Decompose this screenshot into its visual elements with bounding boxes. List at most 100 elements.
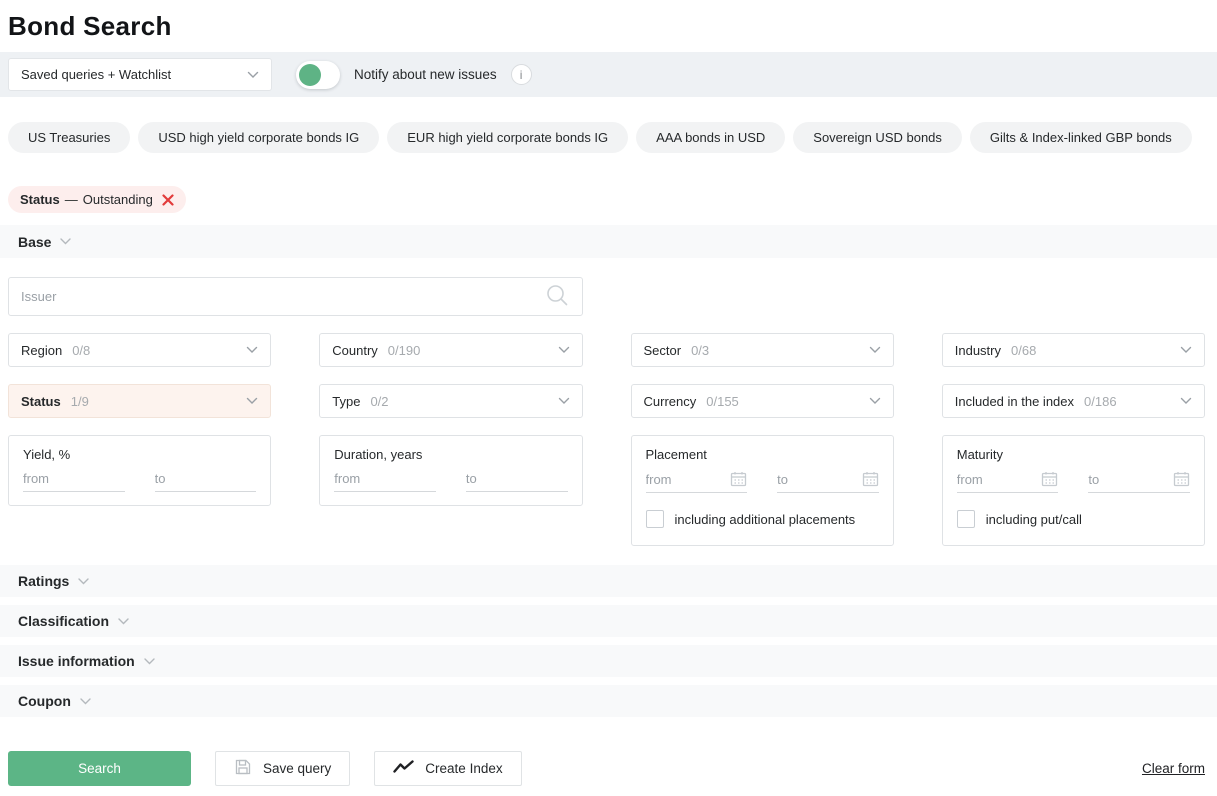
yield-from-input[interactable] — [23, 471, 125, 486]
notify-toggle[interactable] — [296, 61, 340, 89]
maturity-from-input[interactable] — [957, 472, 1042, 487]
range-box-yield: Yield, % — [8, 435, 271, 506]
placement-checkbox-row: including additional placements — [646, 510, 879, 528]
chevron-down-icon — [869, 346, 881, 354]
section-label: Coupon — [18, 693, 71, 709]
dropdown-status[interactable]: Status 1/9 — [8, 384, 271, 418]
dropdown-sector[interactable]: Sector 0/3 — [631, 333, 894, 367]
dropdown-currency[interactable]: Currency 0/155 — [631, 384, 894, 418]
range-label: Maturity — [957, 447, 1190, 462]
active-filter-field: Status — [20, 192, 60, 207]
section-label: Base — [18, 234, 51, 250]
chevron-down-icon — [247, 71, 259, 79]
dropdown-region[interactable]: Region 0/8 — [8, 333, 271, 367]
calendar-icon[interactable] — [730, 471, 747, 487]
notify-toggle-group: Notify about new issues i — [296, 61, 532, 89]
range-box-maturity: Maturity including put/call — [942, 435, 1205, 546]
saved-queries-label: Saved queries + Watchlist — [21, 67, 171, 82]
duration-to-input[interactable] — [466, 471, 568, 486]
section-header-issue-information[interactable]: Issue information — [0, 645, 1217, 677]
quick-filter-chip[interactable]: EUR high yield corporate bonds IG — [387, 122, 628, 153]
chevron-down-icon — [246, 397, 258, 405]
chevron-down-icon — [1180, 397, 1192, 405]
placement-from-field — [646, 471, 748, 493]
info-icon[interactable]: i — [511, 64, 532, 85]
calendar-icon[interactable] — [862, 471, 879, 487]
active-filter-separator: — — [65, 192, 78, 207]
range-box-duration: Duration, years — [319, 435, 582, 506]
collapsed-sections: Ratings Classification Issue information… — [0, 565, 1217, 717]
range-label: Placement — [646, 447, 879, 462]
range-box-placement: Placement including additional placement… — [631, 435, 894, 546]
chevron-down-icon — [118, 618, 129, 625]
active-filter-value: Outstanding — [83, 192, 153, 207]
quick-filter-chip[interactable]: Gilts & Index-linked GBP bonds — [970, 122, 1192, 153]
quick-filters-row: US Treasuries USD high yield corporate b… — [8, 122, 1209, 153]
yield-to-input[interactable] — [155, 471, 257, 486]
section-header-classification[interactable]: Classification — [0, 605, 1217, 637]
search-icon[interactable] — [544, 282, 570, 311]
save-icon — [234, 758, 252, 779]
maturity-to-field — [1088, 471, 1190, 493]
chevron-down-icon — [144, 658, 155, 665]
placement-from-input[interactable] — [646, 472, 731, 487]
chevron-down-icon — [869, 397, 881, 405]
line-chart-icon — [393, 759, 414, 778]
including-put-call-checkbox[interactable] — [957, 510, 975, 528]
section-header-coupon[interactable]: Coupon — [0, 685, 1217, 717]
dropdown-country[interactable]: Country 0/190 — [319, 333, 582, 367]
dropdown-included-in-index[interactable]: Included in the index 0/186 — [942, 384, 1205, 418]
active-filters-row: Status — Outstanding — [8, 186, 1209, 213]
maturity-to-input[interactable] — [1088, 472, 1173, 487]
quick-filter-chip[interactable]: Sovereign USD bonds — [793, 122, 962, 153]
maturity-checkbox-row: including put/call — [957, 510, 1190, 528]
section-label: Issue information — [18, 653, 135, 669]
quick-filter-chip[interactable]: AAA bonds in USD — [636, 122, 785, 153]
create-index-label: Create Index — [425, 761, 502, 776]
range-label: Duration, years — [334, 447, 567, 462]
dropdown-industry[interactable]: Industry 0/68 — [942, 333, 1205, 367]
toolbar: Saved queries + Watchlist Notify about n… — [0, 52, 1217, 97]
saved-queries-select[interactable]: Saved queries + Watchlist — [8, 58, 272, 91]
checkbox-label: including additional placements — [675, 512, 856, 527]
page-title: Bond Search — [8, 10, 1217, 42]
search-button[interactable]: Search — [8, 751, 191, 786]
issuer-input[interactable] — [21, 289, 544, 304]
save-query-button[interactable]: Save query — [215, 751, 350, 786]
placement-to-field — [777, 471, 879, 493]
remove-filter-icon[interactable] — [162, 194, 174, 206]
range-label: Yield, % — [23, 447, 256, 462]
active-filter-status[interactable]: Status — Outstanding — [8, 186, 186, 213]
section-header-ratings[interactable]: Ratings — [0, 565, 1217, 597]
yield-from-field — [23, 471, 125, 492]
footer-actions: Search Save query Create Index Clear for… — [0, 751, 1217, 786]
chevron-down-icon — [558, 346, 570, 354]
clear-form-link[interactable]: Clear form — [1142, 761, 1205, 776]
dropdown-type[interactable]: Type 0/2 — [319, 384, 582, 418]
section-label: Classification — [18, 613, 109, 629]
including-additional-placements-checkbox[interactable] — [646, 510, 664, 528]
quick-filter-chip[interactable]: USD high yield corporate bonds IG — [138, 122, 379, 153]
notify-label: Notify about new issues — [354, 67, 497, 82]
create-index-button[interactable]: Create Index — [374, 751, 521, 786]
chevron-down-icon — [1180, 346, 1192, 354]
section-label: Ratings — [18, 573, 69, 589]
issuer-search-box — [8, 277, 583, 316]
checkbox-label: including put/call — [986, 512, 1082, 527]
duration-from-input[interactable] — [334, 471, 436, 486]
section-header-base[interactable]: Base — [0, 225, 1217, 258]
maturity-from-field — [957, 471, 1059, 493]
chevron-down-icon — [558, 397, 570, 405]
toggle-knob — [299, 64, 321, 86]
duration-from-field — [334, 471, 436, 492]
calendar-icon[interactable] — [1173, 471, 1190, 487]
chevron-down-icon — [60, 238, 71, 245]
issuer-row — [0, 258, 1217, 316]
save-query-label: Save query — [263, 761, 331, 776]
chevron-down-icon — [80, 698, 91, 705]
calendar-icon[interactable] — [1041, 471, 1058, 487]
quick-filter-chip[interactable]: US Treasuries — [8, 122, 130, 153]
placement-to-input[interactable] — [777, 472, 862, 487]
chevron-down-icon — [246, 346, 258, 354]
chevron-down-icon — [78, 578, 89, 585]
